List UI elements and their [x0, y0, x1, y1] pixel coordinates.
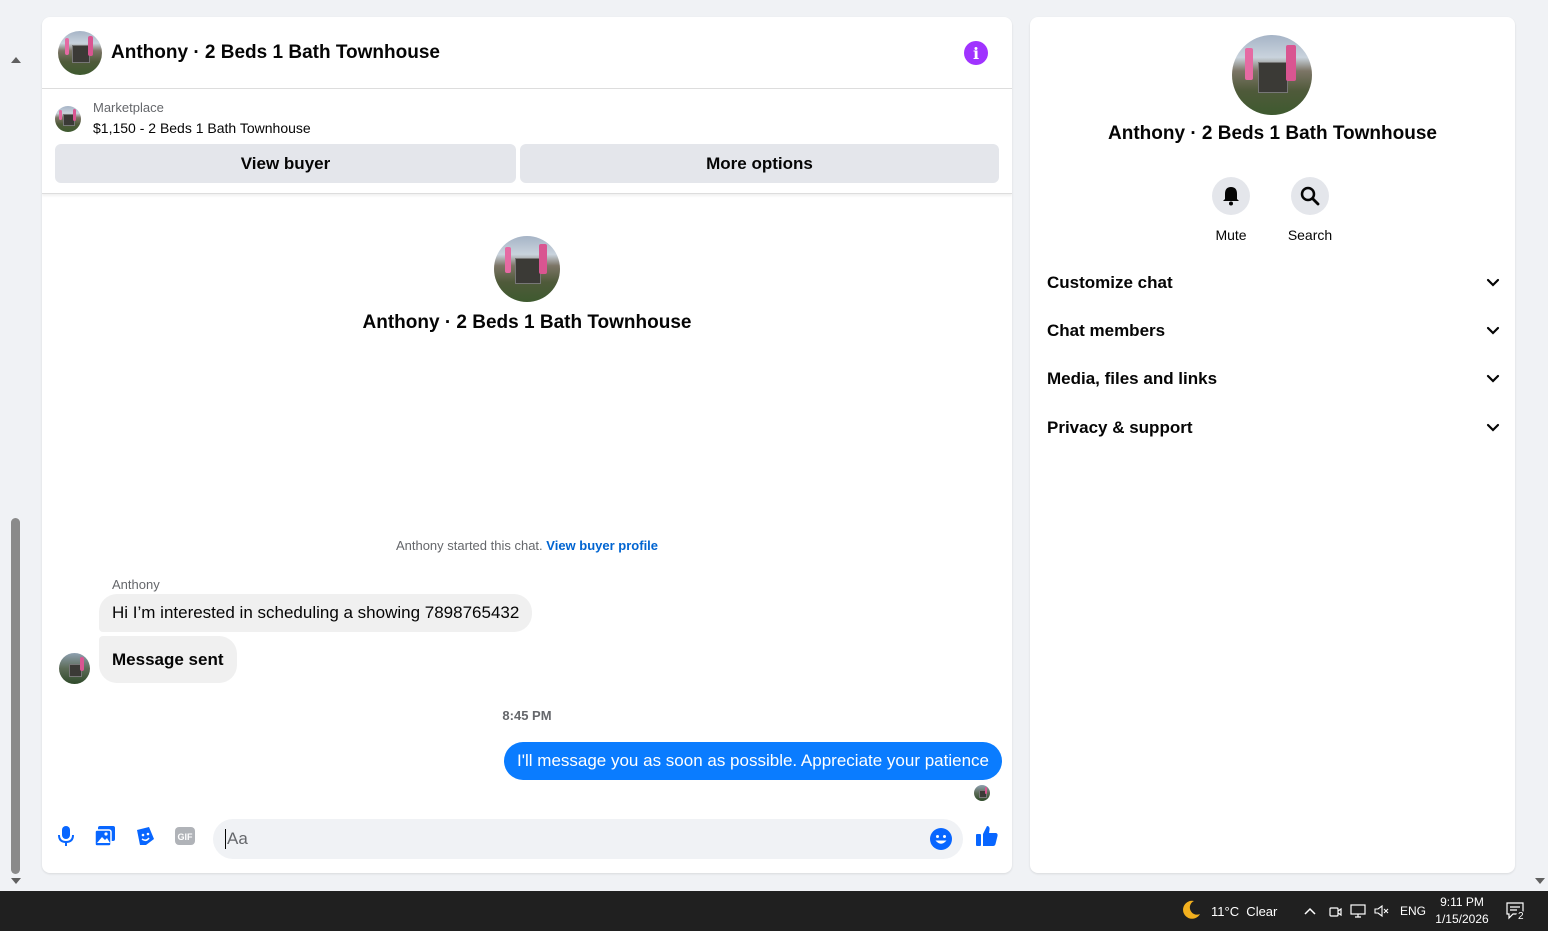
- taskbar: 11°C Clear ENG 9:11 PM 1/15/2026 2: [0, 891, 1548, 931]
- section-label: Customize chat: [1047, 273, 1173, 292]
- search-label: Search: [1287, 227, 1333, 243]
- weather-widget[interactable]: 11°C Clear: [1180, 891, 1277, 931]
- page-scrollbar[interactable]: [0, 0, 30, 891]
- listing-thumbnail[interactable]: [55, 105, 81, 132]
- section-privacy-support[interactable]: Privacy & support: [1047, 413, 1500, 443]
- section-label: Chat members: [1047, 321, 1166, 340]
- clock-date: 1/15/2026: [1435, 912, 1489, 926]
- chat-header: Anthony · 2 Beds 1 Bath Townhouse i: [42, 17, 1012, 89]
- incoming-message[interactable]: Hi I’m interested in scheduling a showin…: [99, 594, 533, 632]
- message-input-placeholder: Aa: [227, 829, 248, 848]
- moon-icon: [1180, 899, 1202, 924]
- intro-name: Anthony · 2 Beds 1 Bath Townhouse: [362, 312, 692, 333]
- gif-icon-text: GIF: [178, 832, 194, 842]
- microphone-icon[interactable]: [54, 824, 78, 848]
- section-label: Media, files and links: [1047, 369, 1218, 388]
- meet-now-icon[interactable]: [1328, 891, 1342, 931]
- intro-avatar[interactable]: [494, 236, 560, 302]
- notification-count-badge: 2: [1516, 911, 1526, 922]
- seen-indicator-avatar: [974, 785, 990, 801]
- info-icon[interactable]: i: [964, 41, 988, 65]
- chat-started-notice: Anthony started this chat. View buyer pr…: [42, 538, 1012, 553]
- network-icon[interactable]: [1350, 891, 1366, 931]
- search-button[interactable]: Search: [1275, 177, 1345, 243]
- section-customize-chat[interactable]: Customize chat: [1047, 268, 1500, 298]
- volume-muted-icon[interactable]: [1374, 891, 1390, 931]
- chevron-down-icon: [1486, 326, 1500, 335]
- mute-label: Mute: [1215, 227, 1247, 243]
- chevron-down-icon: [1486, 278, 1500, 287]
- chevron-down-icon: [1486, 423, 1500, 432]
- outgoing-message[interactable]: I'll message you as soon as possible. Ap…: [504, 742, 1002, 780]
- listing-title[interactable]: $1,150 - 2 Beds 1 Bath Townhouse: [93, 118, 311, 138]
- message-input[interactable]: Aa: [213, 819, 963, 859]
- marketplace-listing-bar: Marketplace $1,150 - 2 Beds 1 Bath Townh…: [42, 89, 1012, 194]
- search-icon[interactable]: [1291, 177, 1329, 215]
- photo-gallery-icon[interactable]: [93, 824, 117, 848]
- language-indicator[interactable]: ENG: [1400, 891, 1426, 931]
- view-buyer-profile-link[interactable]: View buyer profile: [546, 538, 658, 553]
- scroll-down-arrow-icon[interactable]: [11, 878, 21, 884]
- message-timestamp: 8:45 PM: [502, 708, 552, 723]
- chat-started-text: Anthony started this chat.: [395, 538, 543, 553]
- clock-time: 9:11 PM: [1440, 895, 1484, 909]
- scrollbar-thumb[interactable]: [11, 518, 20, 874]
- view-buyer-button[interactable]: View buyer: [55, 144, 516, 183]
- section-media-files-links[interactable]: Media, files and links: [1047, 364, 1500, 394]
- sender-name: Anthony: [112, 577, 160, 592]
- message-thread[interactable]: Anthony · 2 Beds 1 Bath Townhouse Anthon…: [42, 194, 1012, 814]
- thumbs-up-icon[interactable]: [975, 824, 999, 848]
- side-name: Anthony · 2 Beds 1 Bath Townhouse: [1108, 123, 1437, 144]
- section-label: Privacy & support: [1047, 418, 1193, 437]
- chevron-down-icon: [1486, 374, 1500, 383]
- chevron-up-icon[interactable]: [1303, 891, 1317, 931]
- right-scroll-down-arrow-icon[interactable]: [1535, 878, 1545, 884]
- gif-icon[interactable]: GIF: [173, 824, 197, 848]
- notifications-icon[interactable]: 2: [1506, 891, 1526, 931]
- sender-avatar[interactable]: [59, 653, 90, 684]
- weather-text: 11°C Clear: [1211, 903, 1278, 919]
- incoming-message[interactable]: Message sent: [99, 636, 237, 683]
- more-options-button[interactable]: More options: [520, 144, 999, 183]
- chat-title[interactable]: Anthony · 2 Beds 1 Bath Townhouse: [111, 42, 440, 64]
- emoji-icon[interactable]: [929, 827, 953, 856]
- bell-icon[interactable]: [1212, 177, 1250, 215]
- sticker-icon[interactable]: [133, 824, 157, 848]
- chat-info-panel: Anthony · 2 Beds 1 Bath Townhouse Mute S…: [1030, 17, 1515, 873]
- side-avatar[interactable]: [1232, 35, 1312, 115]
- scroll-up-arrow-icon[interactable]: [11, 57, 21, 63]
- mute-button[interactable]: Mute: [1196, 177, 1266, 243]
- chat-avatar[interactable]: [58, 30, 102, 75]
- marketplace-label: Marketplace: [93, 100, 164, 115]
- clock[interactable]: 9:11 PM 1/15/2026: [1430, 894, 1494, 928]
- chat-panel: Anthony · 2 Beds 1 Bath Townhouse i Mark…: [42, 17, 1012, 873]
- message-composer: GIF Aa: [42, 803, 1012, 873]
- section-chat-members[interactable]: Chat members: [1047, 316, 1500, 346]
